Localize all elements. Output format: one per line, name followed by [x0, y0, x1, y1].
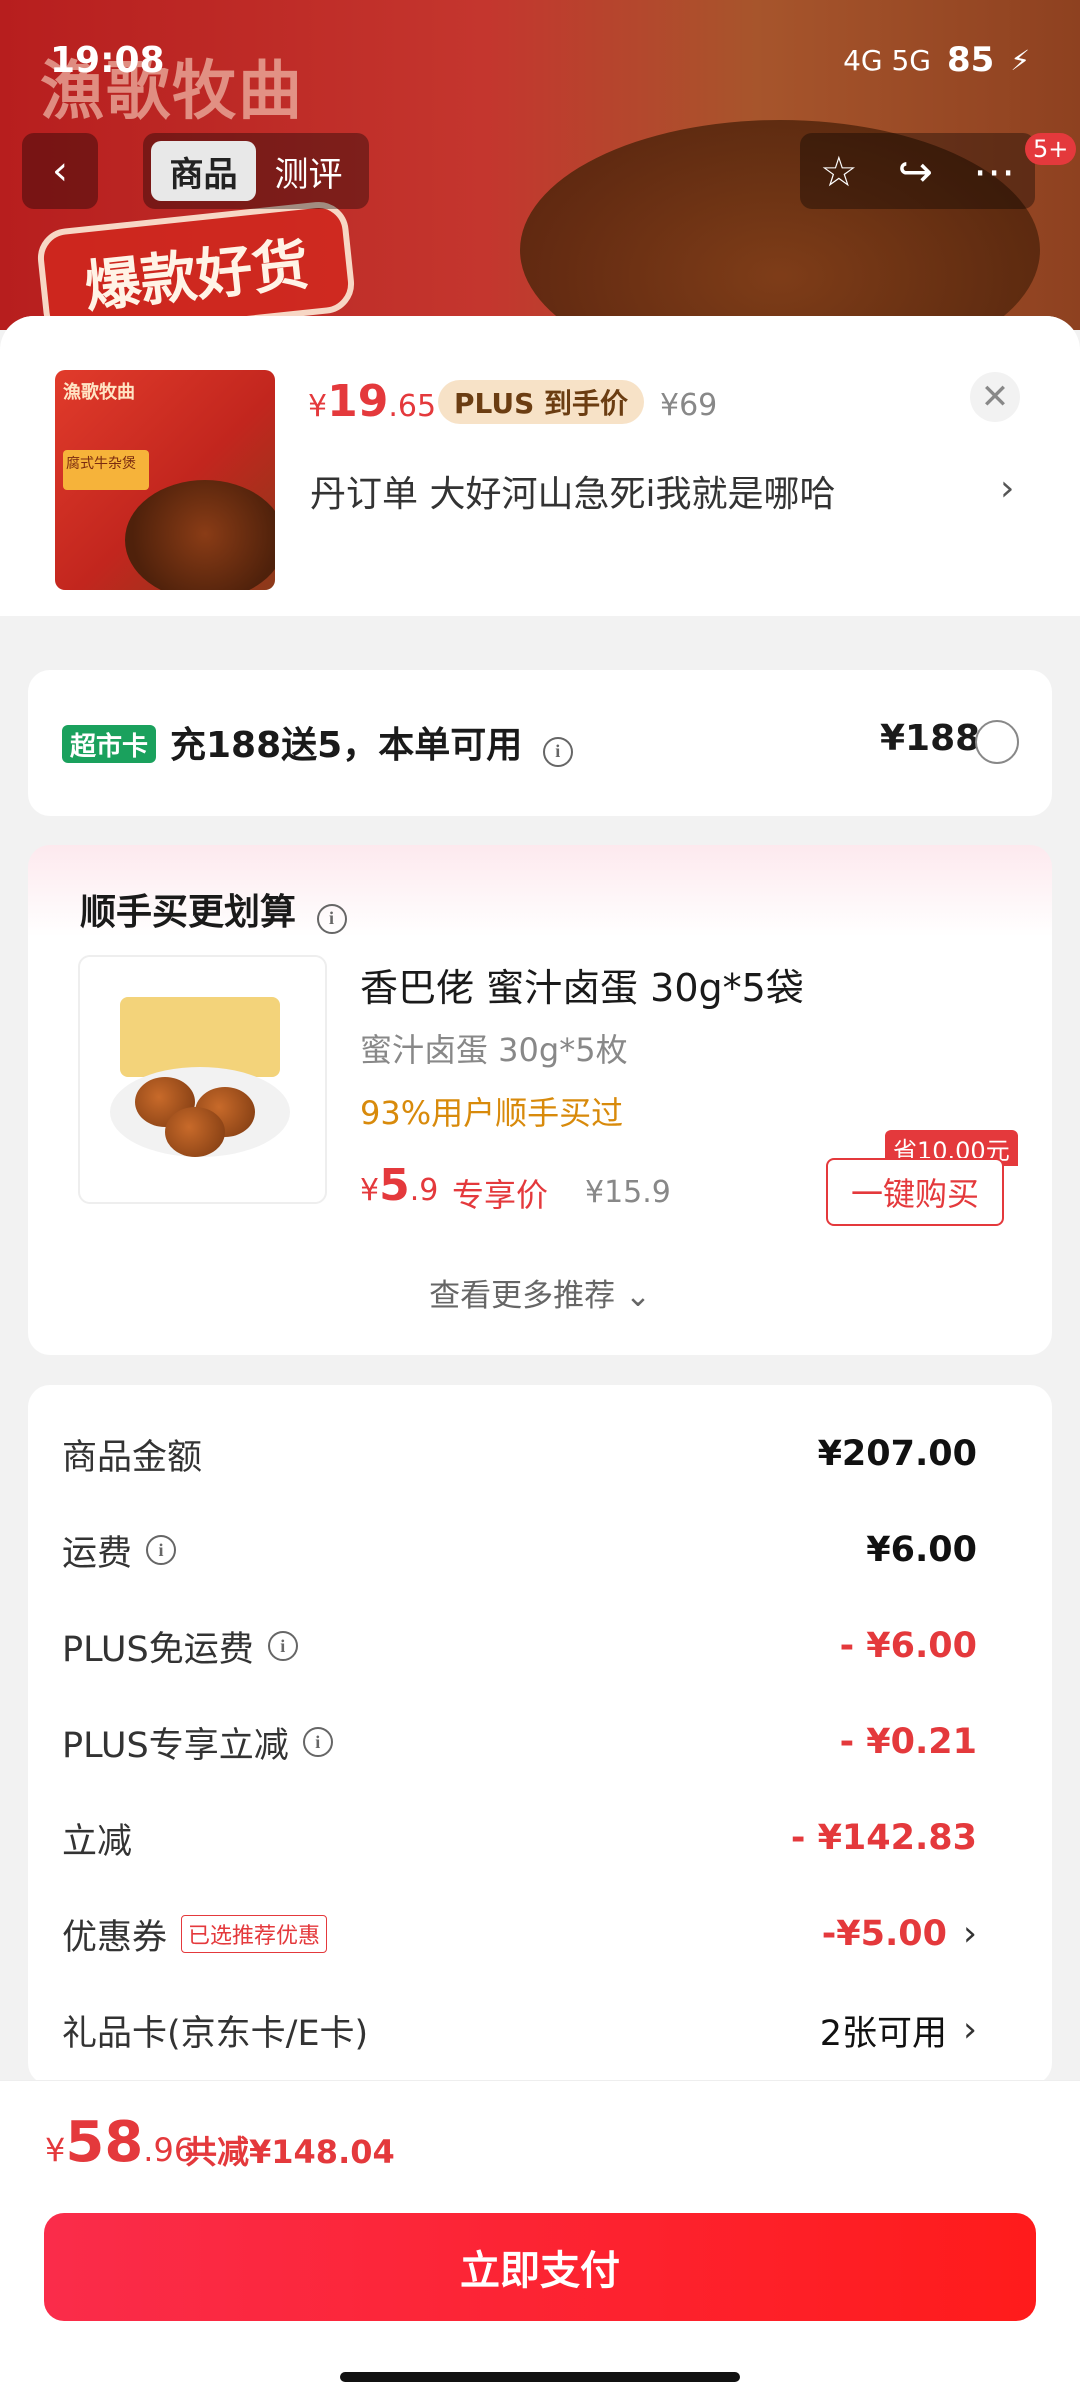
recommend-item-name[interactable]: 香巴佬 蜜汁卤蛋 30g*5袋: [360, 957, 804, 1012]
notification-badge: 5+: [1025, 133, 1077, 165]
product-thumbnail[interactable]: 漁歌牧曲 腐式牛杂煲: [55, 370, 275, 590]
recommend-title: 顺手买更划算 i: [80, 883, 347, 935]
supermarket-radio[interactable]: [975, 720, 1019, 764]
row-plus-discount: PLUS专享立减 i - ¥0.21: [62, 1722, 977, 1766]
thumb-brand: 漁歌牧曲: [63, 382, 135, 403]
chevron-right-icon: ›: [963, 2010, 977, 2050]
tab-product[interactable]: 商品: [151, 141, 256, 201]
row-plus-free-shipping: PLUS免运费 i - ¥6.00: [62, 1626, 977, 1670]
back-button[interactable]: ‹: [22, 133, 98, 209]
more-recommend-link[interactable]: 查看更多推荐 ⌄: [0, 1270, 1080, 1315]
close-button[interactable]: ✕: [970, 372, 1020, 422]
chevron-left-icon: ‹: [52, 148, 68, 194]
info-icon[interactable]: i: [267, 1631, 298, 1661]
info-icon[interactable]: i: [542, 736, 573, 767]
more-icon[interactable]: ⋯: [973, 147, 1015, 196]
close-icon: ✕: [980, 377, 1010, 417]
info-icon[interactable]: i: [316, 903, 347, 934]
promo-badge: 爆款好货: [35, 199, 357, 330]
share-icon[interactable]: ↪: [898, 147, 933, 196]
product-price: ¥19.65: [308, 376, 437, 427]
original-price: ¥69: [660, 388, 718, 423]
chevron-down-icon: ⌄: [624, 1278, 651, 1314]
star-icon[interactable]: ☆: [820, 147, 858, 196]
pay-now-button[interactable]: 立即支付: [44, 2213, 1036, 2321]
status-indicators: 4G 5G 85 ⚡: [843, 40, 1030, 80]
plus-price-tag: PLUS 到手价: [438, 380, 645, 424]
tab-bar: 商品 测评: [143, 133, 369, 209]
row-instant-discount: 立减 - ¥142.83: [62, 1818, 977, 1862]
battery-level: 85: [947, 40, 995, 80]
row-coupon[interactable]: 优惠券 已选推荐优惠 -¥5.00 ›: [62, 1904, 977, 1964]
exclusive-price-label: 专享价: [452, 1176, 549, 1214]
charging-icon: ⚡: [1010, 43, 1030, 77]
recommend-item-price: ¥5.9: [360, 1160, 439, 1211]
network-indicator: 4G 5G: [843, 43, 931, 77]
row-goods-amount: 商品金额 ¥207.00: [62, 1434, 977, 1478]
recommend-item-orig-price: ¥15.9: [585, 1175, 671, 1210]
thumb-bowl-image: [125, 480, 275, 590]
package-image: [120, 997, 280, 1077]
recommend-item-spec: 蜜汁卤蛋 30g*5枚: [360, 1031, 628, 1069]
recommend-item-image[interactable]: [78, 955, 327, 1204]
action-group: ☆ ↪ ⋯: [800, 133, 1035, 209]
tab-review[interactable]: 测评: [256, 141, 361, 201]
spec-selector[interactable]: 丹订单 大好河山急死i我就是哪哈: [310, 465, 835, 517]
recommend-item-note: 93%用户顺手买过: [360, 1094, 624, 1132]
row-shipping: 运费 i ¥6.00: [62, 1530, 977, 1574]
supermarket-tag: 超市卡: [62, 725, 156, 763]
info-icon[interactable]: i: [146, 1535, 177, 1565]
egg-image: [165, 1107, 225, 1157]
total-savings: 共减¥148.04: [185, 2133, 395, 2171]
chevron-right-icon: ›: [1000, 468, 1015, 509]
thumb-product-label: 腐式牛杂煲: [63, 450, 149, 490]
quick-buy-button[interactable]: 一键购买: [826, 1158, 1004, 1226]
supermarket-offer: 充188送5，本单可用 i: [170, 716, 573, 768]
total-price: ¥58.96: [45, 2110, 195, 2175]
status-time: 19:08: [50, 40, 165, 81]
info-icon[interactable]: i: [302, 1727, 333, 1757]
chevron-right-icon: ›: [963, 1914, 977, 1954]
supermarket-price: ¥188: [880, 718, 981, 759]
home-indicator[interactable]: [340, 2372, 740, 2382]
coupon-tag: 已选推荐优惠: [181, 1915, 328, 1953]
row-gift-card[interactable]: 礼品卡(京东卡/E卡) 2张可用 ›: [62, 2000, 977, 2060]
